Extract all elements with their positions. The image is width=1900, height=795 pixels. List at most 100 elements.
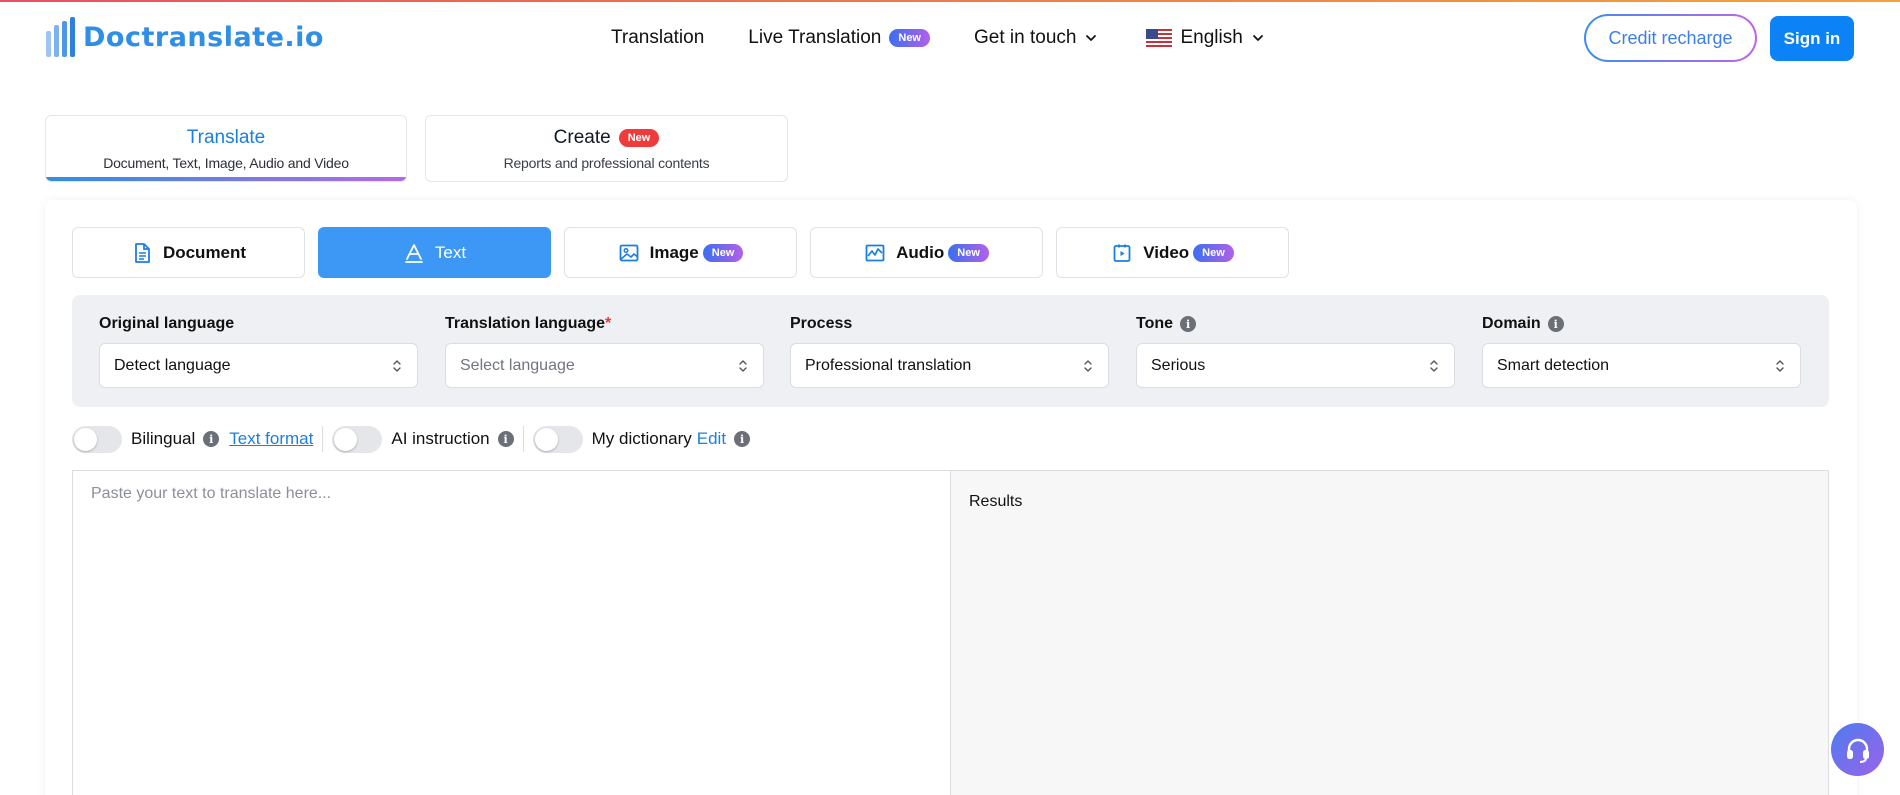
tab-video-label: Video: [1143, 242, 1190, 262]
domain-select[interactable]: Smart detection: [1482, 343, 1801, 388]
tab-image[interactable]: Image New: [564, 227, 797, 278]
new-badge: New: [1193, 243, 1234, 262]
credit-recharge-button[interactable]: Credit recharge: [1584, 14, 1757, 62]
tone-label: Tone i: [1136, 314, 1455, 334]
process-select[interactable]: Professional translation: [790, 343, 1109, 388]
source-text-input[interactable]: [91, 485, 932, 795]
info-icon[interactable]: i: [497, 431, 514, 447]
divider: [322, 426, 324, 452]
text-icon: [405, 243, 423, 263]
info-icon[interactable]: i: [1547, 316, 1564, 332]
translation-language-select[interactable]: Select language: [445, 343, 764, 388]
video-icon: [1113, 244, 1131, 262]
document-icon: [135, 242, 150, 263]
language-selector[interactable]: English: [1146, 27, 1264, 49]
tab-audio-label: Audio: [896, 242, 945, 262]
new-badge: New: [948, 243, 989, 262]
image-icon: [619, 244, 639, 261]
nav-translation-label: Translation: [611, 27, 705, 48]
domain-label: Domain i: [1482, 314, 1801, 334]
bilingual-toggle[interactable]: [72, 425, 122, 453]
options-row: Bilingual i Text format AI instruction i…: [72, 424, 751, 454]
main-nav: Translation Live Translation New Get in …: [611, 20, 1265, 56]
original-language-field: Original language Detect language: [99, 314, 418, 388]
language-label: English: [1180, 27, 1243, 48]
nav-translation[interactable]: Translation: [611, 27, 704, 49]
tab-document-label: Document: [162, 242, 247, 262]
original-language-select[interactable]: Detect language: [99, 343, 418, 388]
mode-create[interactable]: Create New Reports and professional cont…: [425, 115, 788, 182]
logo-text: Doctranslate.io: [83, 21, 324, 53]
tone-label-text: Tone: [1136, 315, 1174, 332]
nav-get-in-touch-label: Get in touch: [974, 27, 1077, 48]
new-badge: New: [618, 128, 660, 147]
select-arrows-icon: [1430, 359, 1438, 372]
required-asterisk: *: [605, 315, 612, 332]
new-badge: New: [702, 243, 744, 262]
process-label-text: Process: [790, 315, 853, 332]
source-pane: [73, 471, 951, 795]
mode-create-title: Create: [553, 126, 611, 148]
logo-icon: [46, 17, 75, 57]
translation-settings: Original language Detect language Transl…: [72, 295, 1829, 407]
translation-language-placeholder: Select language: [460, 356, 575, 374]
divider: [522, 426, 524, 452]
nav-live-translation[interactable]: Live Translation New: [748, 27, 930, 49]
chevron-down-icon: [1252, 35, 1263, 41]
select-arrows-icon: [739, 359, 747, 372]
logo[interactable]: Doctranslate.io: [46, 16, 324, 58]
header: Doctranslate.io Translation Live Transla…: [0, 2, 1900, 74]
support-chat-button[interactable]: [1831, 723, 1884, 776]
ai-instruction-label: AI instruction: [391, 429, 490, 448]
mode-translate-subtitle: Document, Text, Image, Audio and Video: [103, 154, 349, 171]
new-badge: New: [889, 29, 930, 47]
tab-document[interactable]: Document: [72, 227, 305, 278]
text-format-link[interactable]: Text format: [229, 429, 313, 449]
domain-field: Domain i Smart detection: [1482, 314, 1801, 388]
tone-select[interactable]: Serious: [1136, 343, 1455, 388]
chevron-down-icon: [1086, 35, 1097, 41]
select-arrows-icon: [393, 359, 401, 372]
tab-video[interactable]: Video New: [1056, 227, 1289, 278]
ai-instruction-toggle[interactable]: [332, 425, 383, 453]
active-mode-underline: [46, 177, 406, 181]
nav-live-translation-label: Live Translation: [748, 27, 882, 48]
us-flag-icon: [1146, 29, 1173, 47]
results-pane: Results: [951, 471, 1828, 795]
original-language-label: Original language: [99, 314, 418, 334]
tab-audio[interactable]: Audio New: [810, 227, 1043, 278]
nav-get-in-touch[interactable]: Get in touch: [974, 27, 1098, 49]
tab-text-label: Text: [434, 242, 467, 262]
translation-language-label-text: Translation language: [445, 315, 606, 332]
tone-field: Tone i Serious: [1136, 314, 1455, 388]
mode-translate-title: Translate: [186, 126, 266, 148]
domain-label-text: Domain: [1482, 315, 1541, 332]
mode-create-title-row: Create New: [554, 127, 660, 149]
translation-language-field: Translation language* Select language: [445, 314, 764, 388]
audio-icon: [865, 244, 885, 261]
tab-text[interactable]: Text: [318, 227, 551, 278]
original-language-label-text: Original language: [99, 315, 235, 332]
translate-panel: Document Text Image New Audio New Video …: [45, 200, 1857, 795]
my-dictionary-toggle[interactable]: [532, 425, 583, 453]
original-language-value: Detect language: [114, 356, 231, 374]
info-icon[interactable]: i: [1180, 316, 1197, 332]
select-arrows-icon: [1084, 359, 1092, 372]
info-icon[interactable]: i: [734, 431, 751, 447]
info-icon[interactable]: i: [203, 431, 220, 447]
results-label: Results: [969, 493, 1023, 510]
mode-translate[interactable]: Translate Document, Text, Image, Audio a…: [45, 115, 407, 182]
bilingual-label: Bilingual: [131, 429, 196, 448]
tab-image-label: Image: [649, 242, 699, 262]
translation-language-label: Translation language*: [445, 314, 764, 334]
mode-create-subtitle: Reports and professional contents: [503, 154, 710, 171]
select-arrows-icon: [1776, 359, 1784, 372]
dictionary-edit-link[interactable]: Edit: [697, 429, 726, 449]
process-label: Process: [790, 314, 1109, 334]
process-field: Process Professional translation: [790, 314, 1109, 388]
translation-editor: Results: [72, 470, 1829, 795]
sign-in-button[interactable]: Sign in: [1770, 16, 1854, 61]
process-value: Professional translation: [805, 356, 972, 374]
headset-icon: [1846, 738, 1869, 763]
my-dictionary-label: My dictionary: [591, 429, 692, 448]
